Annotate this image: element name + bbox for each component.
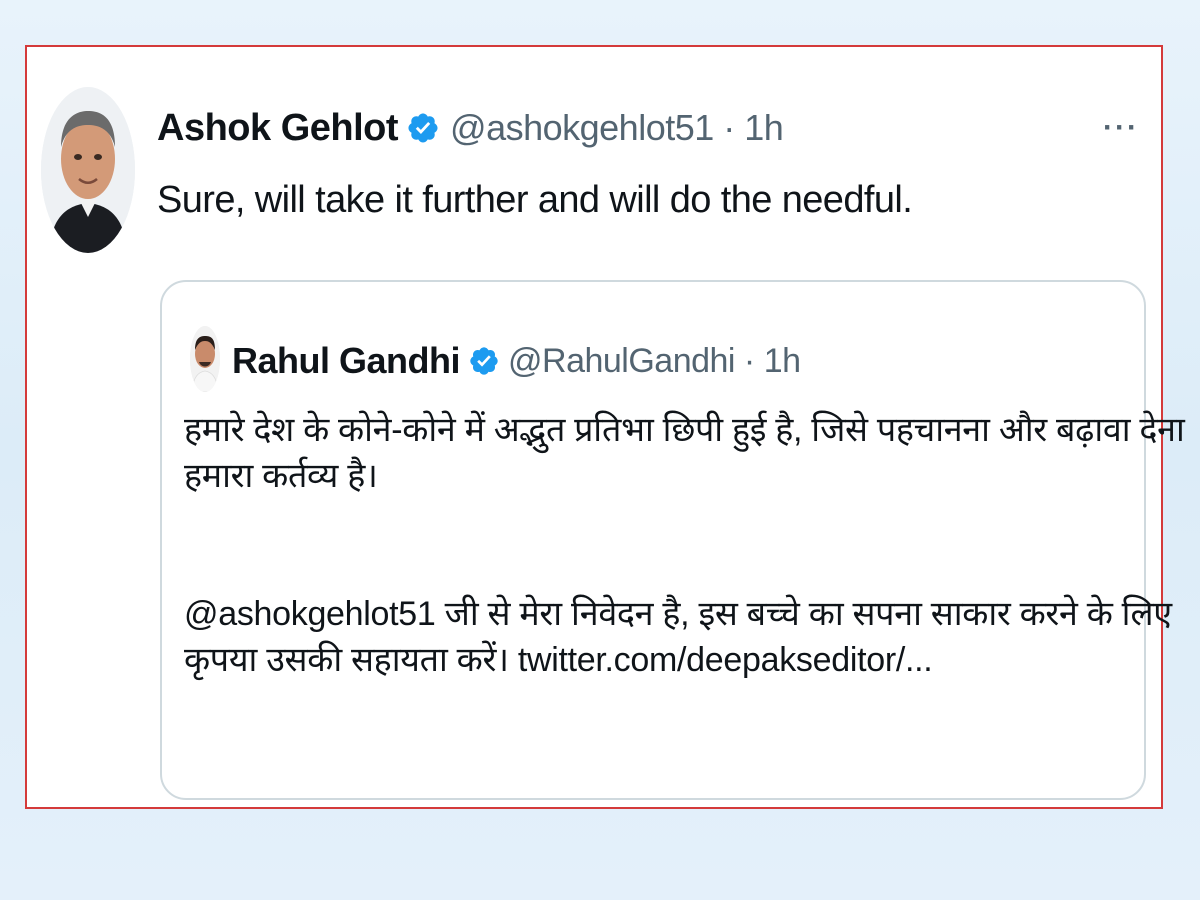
quoted-text-line: हमारा कर्तव्य है। bbox=[184, 457, 378, 495]
quoted-author-name[interactable]: Rahul Gandhi bbox=[232, 340, 461, 382]
quoted-tweet[interactable]: Rahul Gandhi @RahulGandhi · 1h हमारे देश… bbox=[160, 280, 1185, 800]
author-handle-time[interactable]: @ashokgehlot51 · 1h bbox=[450, 107, 784, 149]
quoted-author-avatar[interactable] bbox=[190, 326, 220, 392]
quoted-text-line: कृपया उसकी सहायता करें। twitter.com/deep… bbox=[184, 641, 933, 679]
tweet-header: Ashok Gehlot @ashokgehlot51 · 1h bbox=[157, 104, 784, 152]
verified-badge-icon bbox=[468, 345, 500, 377]
quoted-text-line: हमारे देश के कोने-कोने में अद्भुत प्रतिभ… bbox=[184, 411, 1185, 449]
quoted-text-line: @ashokgehlot51 जी से मेरा निवेदन है, इस … bbox=[184, 595, 1172, 633]
tweet-text: Sure, will take it further and will do t… bbox=[157, 179, 913, 221]
more-options-icon[interactable]: ··· bbox=[1103, 113, 1139, 143]
author-name[interactable]: Ashok Gehlot bbox=[157, 107, 399, 150]
author-avatar[interactable] bbox=[41, 87, 135, 253]
quoted-tweet-header: Rahul Gandhi @RahulGandhi · 1h bbox=[232, 338, 801, 384]
verified-badge-icon bbox=[406, 111, 440, 145]
quoted-author-handle-time[interactable]: @RahulGandhi · 1h bbox=[508, 342, 801, 381]
tweet-card: Ashok Gehlot @ashokgehlot51 · 1h ··· Sur… bbox=[25, 45, 1185, 809]
quoted-tweet-text: हमारे देश के कोने-कोने में अद्भुत प्रतिभ… bbox=[184, 407, 1185, 683]
